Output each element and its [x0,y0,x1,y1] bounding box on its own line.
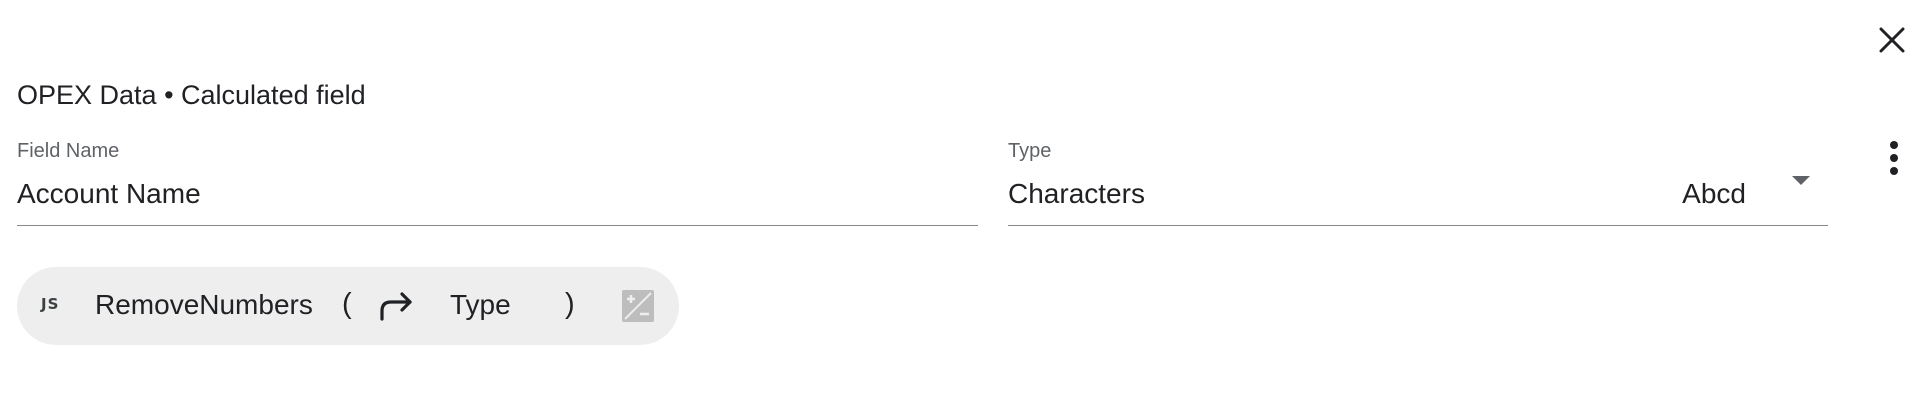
plus-minus-box-icon[interactable] [620,288,656,324]
js-badge: JS [41,295,60,313]
close-paren: ) [565,288,575,320]
field-name-underline [17,225,978,226]
field-name-label: Field Name [17,140,120,162]
more-vert-icon [1890,141,1898,175]
type-select[interactable]: Type Characters Abcd [1008,138,1828,228]
field-name-input[interactable]: Field Name Account Name [17,138,978,228]
calculated-field-dialog: OPEX Data • Calculated field Field Name … [0,0,1932,414]
type-sample: Abcd [1682,178,1746,209]
dropdown-arrow-icon[interactable] [1792,176,1810,185]
type-value[interactable]: Characters [1008,178,1145,210]
field-name-value[interactable]: Account Name [17,178,201,210]
argument-name[interactable]: Type [450,289,511,321]
close-icon [1879,27,1905,53]
function-name[interactable]: RemoveNumbers [95,289,313,321]
redo-arrow-icon [380,292,412,321]
open-paren: ( [342,288,352,320]
more-options-button[interactable] [1878,136,1910,180]
close-button[interactable] [1872,20,1912,60]
type-label: Type [1008,140,1052,162]
type-underline [1008,225,1828,226]
formula-chip[interactable]: JS RemoveNumbers ( Type ) [17,267,679,345]
dialog-title: OPEX Data • Calculated field [17,80,366,110]
